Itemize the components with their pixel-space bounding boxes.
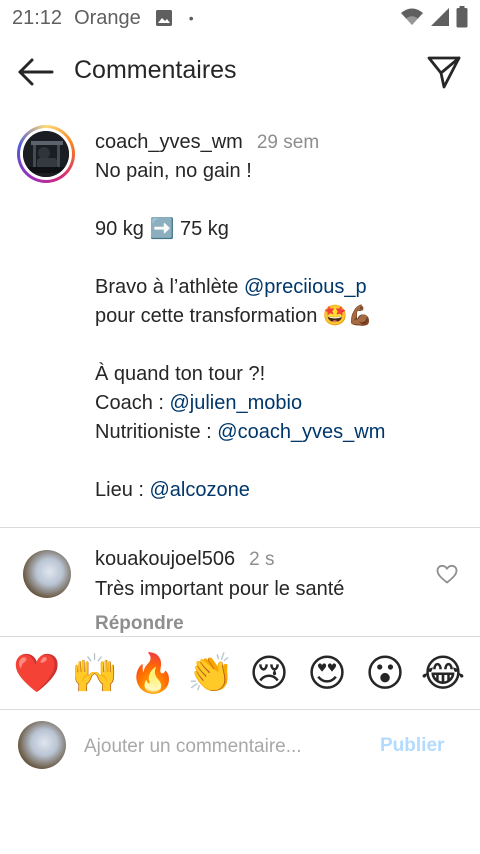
post-author-avatar[interactable] [17,125,75,183]
emoji-raised-hands-button[interactable]: 🙌 [70,652,120,696]
post-time: 29 sem [256,132,320,153]
caption-line: Bravo à l’athlète @preciious_p [95,276,367,298]
reply-button[interactable]: Répondre [95,613,184,635]
caption-line: À quand ton tour ?! [95,363,266,385]
send-icon[interactable] [426,54,462,90]
status-icons [400,6,468,28]
caption-text: coach_yves_wm 29 sem No pain, no gain ! 9… [95,128,455,505]
comment-input[interactable] [82,730,356,764]
caption-line: Coach : @julien_mobio [95,392,303,414]
mention-link[interactable]: @alcozone [149,479,249,501]
emoji-quick-bar: ❤️ 🙌 🔥 👏 😢 😍 😮 😂 [0,640,480,708]
comment-composer: Publier [0,710,480,782]
gym-photo-icon [23,131,69,177]
signal-icon [431,8,449,26]
publish-button[interactable]: Publier [380,735,444,757]
caption-line: Lieu : @alcozone [95,479,250,501]
avatar-image [23,131,69,177]
emoji-surprised-button[interactable]: 😮 [360,652,410,696]
divider [0,636,480,637]
right-arrow-emoji: ➡️ [149,218,175,240]
caption-line: 90 kg ➡️ 75 kg [95,218,229,240]
emoji-clap-button[interactable]: 👏 [186,652,236,696]
status-bar: 21:12 Orange • [0,0,480,36]
comment-text: Très important pour le santé [95,578,345,600]
wifi-icon [401,8,423,25]
heart-outline-icon[interactable] [436,564,458,584]
caption-line: pour cette transformation 🤩💪🏾 [95,305,373,327]
emoji-fire-button[interactable]: 🔥 [128,652,178,696]
status-carrier: Orange [74,6,141,29]
emoji: 🤩💪🏾 [322,305,373,327]
caption-line: Nutritioniste : @coach_yves_wm [95,421,386,443]
status-time: 21:12 [12,6,63,29]
emoji-laughing-button[interactable]: 😂 [418,652,468,696]
back-arrow-icon[interactable] [16,56,56,88]
comment-item: kouakoujoel506 2 s Très important pour le… [0,540,480,636]
emoji-crying-button[interactable]: 😢 [244,652,294,696]
gallery-icon [155,10,172,26]
mention-link[interactable]: @julien_mobio [169,392,302,414]
my-avatar [18,721,66,769]
emoji-heart-button[interactable]: ❤️ [12,652,62,696]
battery-icon [456,6,468,28]
emoji-heart-eyes-button[interactable]: 😍 [302,652,352,696]
comment-time: 2 s [249,549,275,570]
caption-line: No pain, no gain ! [95,160,252,182]
divider [0,527,480,528]
page-title: Commentaires [74,56,237,84]
post-username[interactable]: coach_yves_wm [95,131,243,153]
notification-dot: • [188,10,194,26]
header: Commentaires [0,36,480,108]
mention-link[interactable]: @coach_yves_wm [217,421,385,443]
commenter-avatar[interactable] [23,550,71,598]
mention-link[interactable]: @preciious_p [244,276,367,298]
comment-username[interactable]: kouakoujoel506 [95,548,235,570]
